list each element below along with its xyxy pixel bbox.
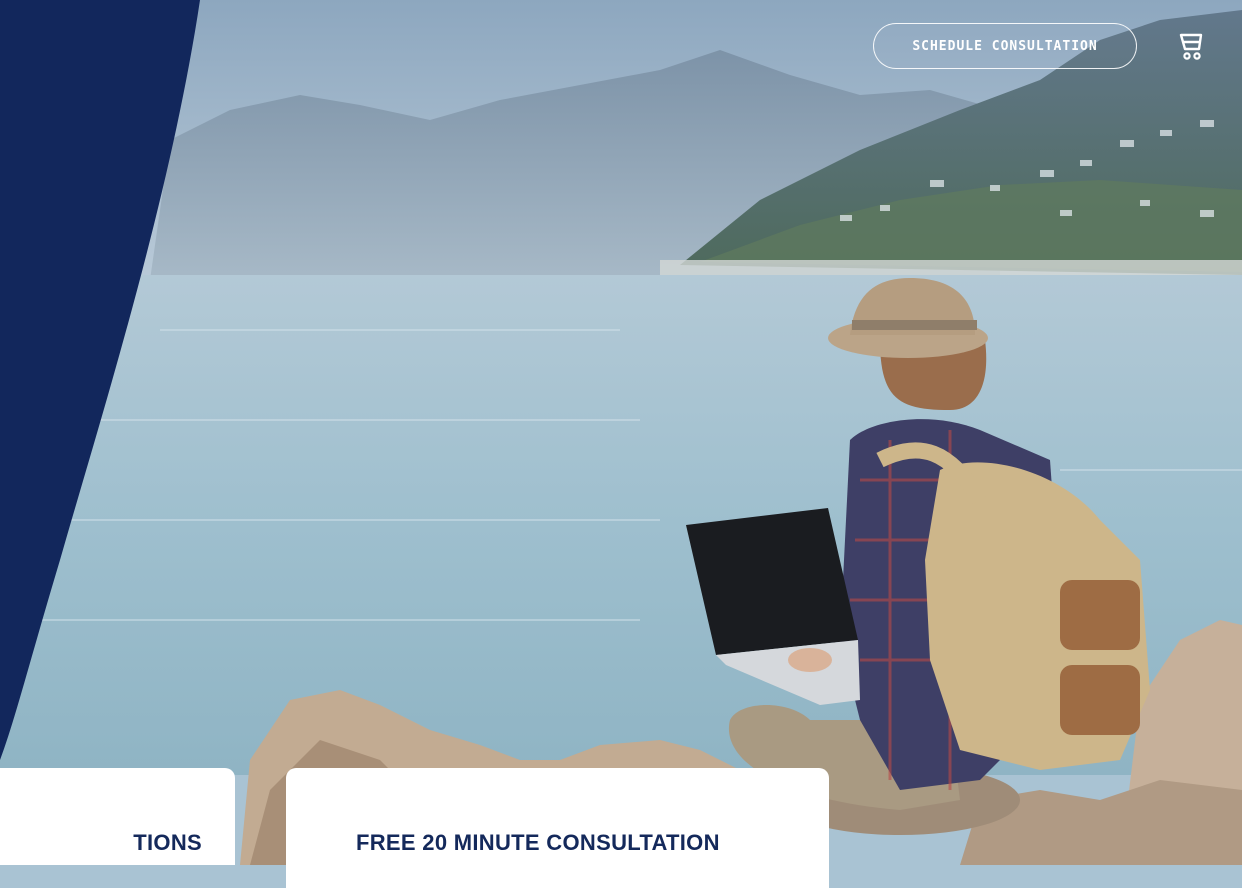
- cart-icon: [1179, 33, 1203, 60]
- schedule-consultation-button[interactable]: SCHEDULE CONSULTATION: [873, 23, 1137, 69]
- schedule-consultation-label: SCHEDULE CONSULTATION: [912, 38, 1098, 54]
- hero-section: [0, 0, 1242, 865]
- navy-side-panel: [0, 0, 200, 760]
- cart-button[interactable]: [1177, 30, 1207, 62]
- free-consultation-title: FREE 20 MINUTE CONSULTATION: [356, 830, 720, 855]
- free-consultation-card[interactable]: FREE 20 MINUTE CONSULTATION: [286, 768, 829, 888]
- service-card-partial[interactable]: TIONS: [0, 768, 235, 865]
- service-card-title: TIONS: [133, 830, 202, 855]
